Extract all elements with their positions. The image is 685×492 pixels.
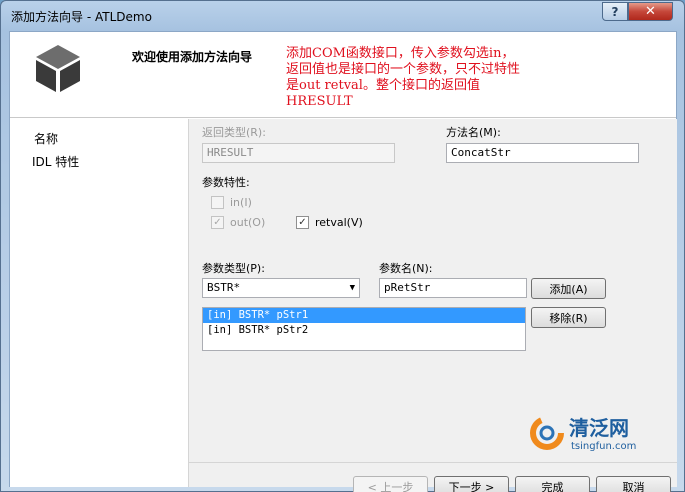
- chevron-down-icon: ▼: [349, 283, 355, 293]
- param-list[interactable]: [in] BSTR* pStr1 [in] BSTR* pStr2: [202, 307, 526, 351]
- out-label: out(O): [230, 216, 266, 229]
- out-checkbox: ✓: [211, 216, 224, 229]
- retval-checkbox[interactable]: ✓: [296, 216, 309, 229]
- in-checkbox: [211, 196, 224, 209]
- finish-button[interactable]: 完成: [515, 476, 590, 492]
- cube-icon: [36, 45, 80, 92]
- help-button[interactable]: ?: [602, 2, 628, 21]
- cancel-button[interactable]: 取消: [596, 476, 671, 492]
- wizard-title: 欢迎使用添加方法向导: [132, 50, 253, 64]
- window-title: 添加方法向导 - ATLDemo: [11, 10, 152, 24]
- footer-divider: [189, 462, 677, 463]
- remove-param-button[interactable]: 移除(R): [531, 307, 606, 328]
- watermark-url: tsingfun.com: [571, 441, 636, 452]
- method-name-label: 方法名(M):: [446, 126, 501, 139]
- param-list-item[interactable]: [in] BSTR* pStr1: [203, 308, 525, 323]
- close-button[interactable]: ✕: [628, 2, 673, 21]
- logo-swirl-icon: [530, 416, 564, 450]
- retval-label: retval(V): [315, 216, 363, 229]
- dialog-content: 欢迎使用添加方法向导 添加COM函数接口，传入参数勾选in，返回值也是接口的一个…: [9, 31, 677, 492]
- form-panel: 返回类型(R): HRESULT 方法名(M): ConcatStr 参数特性:…: [188, 119, 677, 492]
- return-type-field: HRESULT: [202, 143, 395, 163]
- next-button[interactable]: 下一步 >: [434, 476, 509, 492]
- param-list-item[interactable]: [in] BSTR* pStr2: [203, 323, 525, 338]
- title-bar[interactable]: 添加方法向导 - ATLDemo ? ✕: [1, 1, 684, 31]
- dialog-window: 添加方法向导 - ATLDemo ? ✕ 欢迎使用添加方法向导 添加COM函数接…: [0, 0, 685, 492]
- nav-item-idl-attributes[interactable]: IDL 特性: [32, 153, 79, 170]
- left-nav: 名称 IDL 特性: [10, 119, 188, 487]
- wizard-header: 欢迎使用添加方法向导 添加COM函数接口，传入参数勾选in，返回值也是接口的一个…: [10, 32, 676, 118]
- method-name-input[interactable]: ConcatStr: [446, 143, 639, 163]
- watermark-brand: 清泛网: [569, 416, 629, 440]
- return-type-label: 返回类型(R):: [202, 126, 266, 139]
- in-label: in(I): [230, 196, 252, 209]
- prev-button: < 上一步: [353, 476, 428, 492]
- add-param-button[interactable]: 添加(A): [531, 278, 606, 299]
- param-type-label: 参数类型(P):: [202, 262, 265, 275]
- param-name-label: 参数名(N):: [379, 262, 433, 275]
- nav-item-name[interactable]: 名称: [34, 130, 58, 147]
- param-type-value: BSTR*: [207, 281, 241, 294]
- annotation-text: 添加COM函数接口，传入参数勾选in，返回值也是接口的一个参数，只不过特性是ou…: [286, 46, 521, 109]
- watermark-logo: 清泛网 tsingfun.com: [530, 416, 636, 452]
- param-name-input[interactable]: pRetStr: [379, 278, 527, 298]
- param-type-select[interactable]: BSTR* ▼: [202, 278, 360, 298]
- param-attributes-label: 参数特性:: [202, 176, 250, 189]
